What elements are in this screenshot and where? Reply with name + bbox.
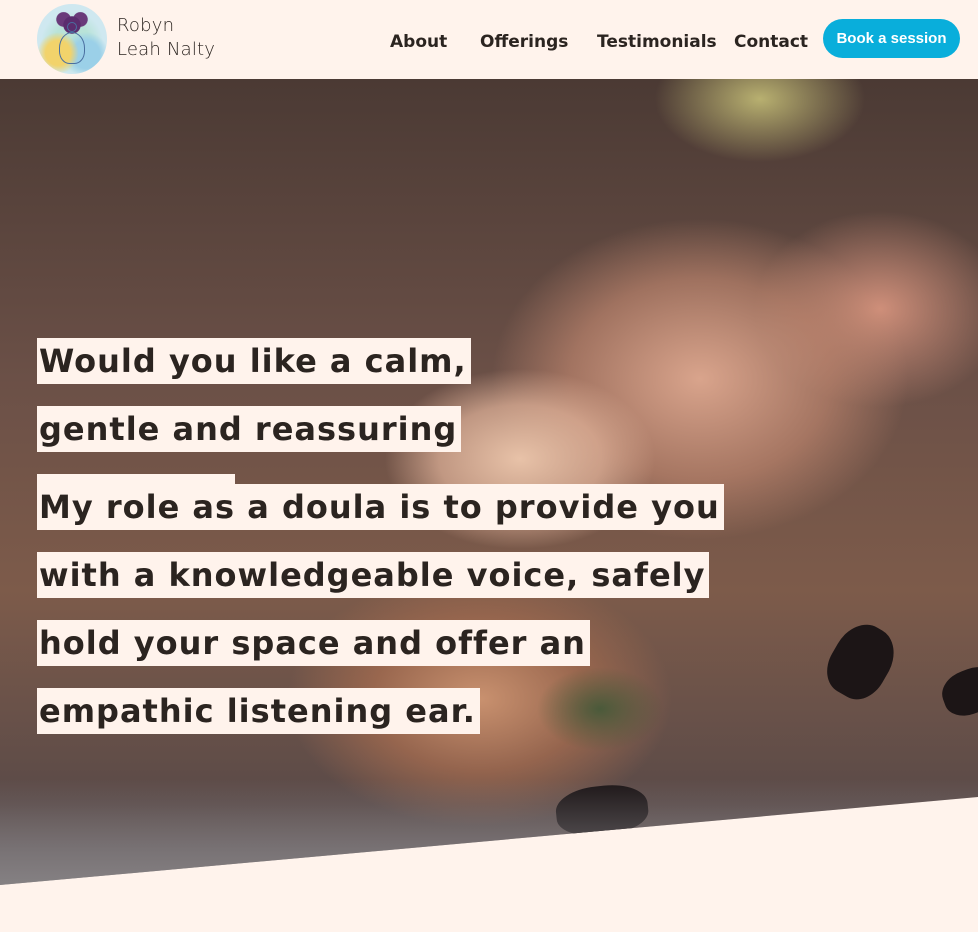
logo-figure-head [67,22,77,32]
hero-section: Would you like a calm, gentle and reassu… [0,79,978,932]
hero-image-detail [936,660,978,722]
nav-item-testimonials[interactable]: Testimonials [597,32,717,52]
nav-item-offerings[interactable]: Offerings [480,32,568,52]
hero-message-text: My role as a doula is to provide you wit… [37,484,724,734]
nav-item-about[interactable]: About [390,32,447,52]
book-session-button[interactable]: Book a session [823,19,960,58]
site-header: Robyn Leah Nalty About Offerings Testimo… [0,0,978,79]
hero-image-detail [817,614,905,709]
hero-image-rug [0,779,978,885]
nav-item-contact[interactable]: Contact [734,32,808,52]
hero-message: My role as a doula is to provide you wit… [37,476,747,748]
